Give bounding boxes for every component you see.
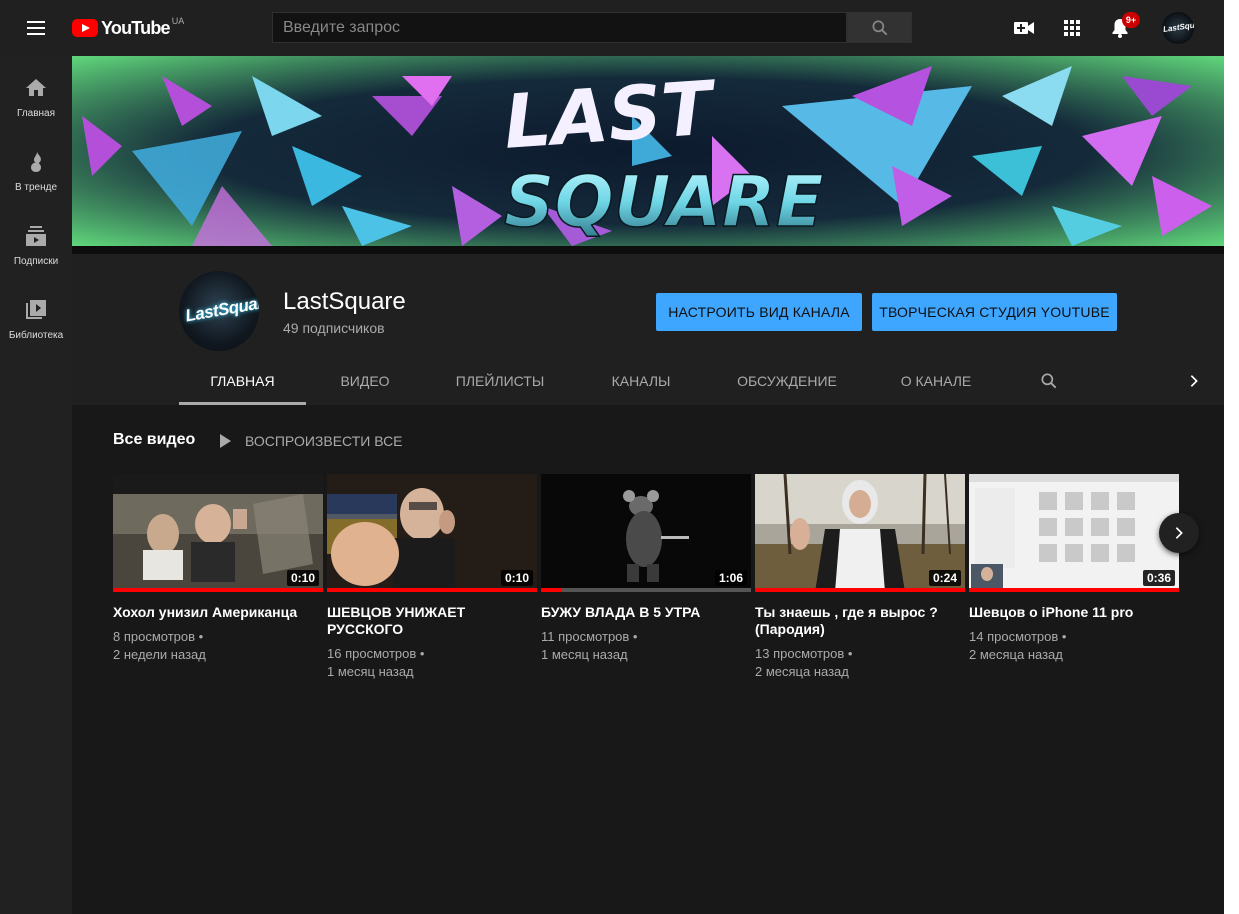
library-icon xyxy=(26,300,46,319)
video-card[interactable]: 0:24 Ты знаешь , где я вырос ? (Пародия)… xyxy=(755,474,965,681)
video-views: 13 просмотров xyxy=(755,646,845,661)
tab-channels[interactable]: КАНАЛЫ xyxy=(576,359,706,405)
video-title[interactable]: Ты знаешь , где я вырос ? (Пародия) xyxy=(755,604,965,638)
video-title[interactable]: БУЖУ ВЛАДА В 5 УТРА xyxy=(541,604,751,621)
subscriber-count: 49 подписчиков xyxy=(283,320,385,336)
video-views: 16 просмотров xyxy=(327,646,417,661)
video-title[interactable]: Шевцов о iPhone 11 pro xyxy=(969,604,1179,621)
apps-grid-icon[interactable] xyxy=(1060,16,1084,40)
account-avatar[interactable]: LastSquare xyxy=(1162,12,1194,44)
channel-avatar[interactable]: LastSquare xyxy=(179,271,259,351)
flame-icon xyxy=(31,152,41,172)
video-card[interactable]: 0:10 ШЕВЦОВ УНИЖАЕТ РУССКОГО 16 просмотр… xyxy=(327,474,537,681)
video-age: 1 месяц назад xyxy=(541,647,628,662)
youtube-play-icon xyxy=(72,19,98,37)
youtube-app: YouTube UA 9+ LastSquare Главная xyxy=(0,0,1224,914)
channel-content: Все видео ВОСПРОИЗВЕСТИ ВСЕ 0:10 Хохол у… xyxy=(72,405,1224,914)
video-age: 2 месяца назад xyxy=(755,664,849,679)
video-meta: 16 просмотров • 1 месяц назад xyxy=(327,645,537,681)
video-duration: 1:06 xyxy=(714,570,747,586)
sidebar-item-label: Главная xyxy=(16,108,56,119)
play-all-button[interactable]: ВОСПРОИЗВЕСТИ ВСЕ xyxy=(220,431,403,451)
notification-badge: 9+ xyxy=(1122,12,1140,28)
search-button[interactable] xyxy=(847,12,912,43)
video-duration: 0:24 xyxy=(928,570,961,586)
video-thumbnail[interactable]: 0:10 xyxy=(113,474,323,592)
chevron-right-icon xyxy=(1190,375,1198,387)
create-video-icon[interactable] xyxy=(1012,16,1036,40)
video-age: 1 месяц назад xyxy=(327,664,414,679)
customize-channel-button[interactable]: НАСТРОИТЬ ВИД КАНАЛА xyxy=(656,293,862,331)
chevron-right-icon xyxy=(1175,527,1183,539)
video-title[interactable]: ШЕВЦОВ УНИЖАЕТ РУССКОГО xyxy=(327,604,537,638)
watch-progress-bar xyxy=(113,588,323,592)
search-icon xyxy=(1041,373,1057,389)
watch-progress-track xyxy=(541,588,751,592)
sidebar-item-label: Подписки xyxy=(13,256,59,267)
video-views: 14 просмотров xyxy=(969,629,1059,644)
sidebar-item-label: В тренде xyxy=(14,182,58,193)
video-meta: 13 просмотров • 2 месяца назад xyxy=(755,645,965,681)
banner-divider xyxy=(72,246,1224,254)
search-icon xyxy=(872,20,888,36)
sidebar-item-library[interactable]: Библиотека xyxy=(0,278,72,352)
sidebar-item-trending[interactable]: В тренде xyxy=(0,130,72,204)
video-views: 11 просмотров xyxy=(541,629,630,644)
video-thumbnail[interactable]: 0:10 xyxy=(327,474,537,592)
video-thumbnail[interactable]: 0:36 xyxy=(969,474,1179,592)
video-card[interactable]: 1:06 БУЖУ ВЛАДА В 5 УТРА 11 просмотров •… xyxy=(541,474,751,664)
home-icon xyxy=(26,79,46,96)
account-avatar-text: LastSquare xyxy=(1162,19,1194,34)
top-bar: YouTube UA 9+ LastSquare xyxy=(0,0,1224,56)
channel-name: LastSquare xyxy=(283,288,406,315)
banner-art: LAST SQUARE xyxy=(72,56,1224,246)
channel-avatar-text: LastSquare xyxy=(183,291,259,326)
watch-progress-bar xyxy=(969,588,1179,592)
video-title[interactable]: Хохол унизил Американца xyxy=(113,604,323,621)
video-age: 2 недели назад xyxy=(113,647,206,662)
logo-text: YouTube xyxy=(101,18,171,38)
sidebar-item-subscriptions[interactable]: Подписки xyxy=(0,204,72,278)
video-duration: 0:10 xyxy=(500,570,533,586)
play-all-label: ВОСПРОИЗВЕСТИ ВСЕ xyxy=(245,433,403,449)
sidebar: Главная В тренде Подписки Библиотека xyxy=(0,56,72,914)
watch-progress-bar xyxy=(541,588,562,592)
tabs-scroll-right-button[interactable] xyxy=(1179,359,1209,405)
video-views: 8 просмотров xyxy=(113,629,196,644)
search-box xyxy=(272,12,847,43)
video-card[interactable]: 0:10 Хохол унизил Американца 8 просмотро… xyxy=(113,474,323,664)
watch-progress-bar xyxy=(327,588,537,592)
banner-title-line1: LAST xyxy=(501,65,720,166)
video-duration: 0:36 xyxy=(1142,570,1175,586)
youtube-logo[interactable]: YouTube UA xyxy=(72,16,185,39)
youtube-studio-button[interactable]: ТВОРЧЕСКАЯ СТУДИЯ YOUTUBE xyxy=(872,293,1117,331)
section-title[interactable]: Все видео xyxy=(113,431,195,449)
logo-region: UA xyxy=(171,16,185,26)
play-icon xyxy=(220,434,231,448)
sidebar-item-label: Библиотека xyxy=(8,330,64,341)
tab-playlists[interactable]: ПЛЕЙЛИСТЫ xyxy=(424,359,576,405)
video-meta: 14 просмотров • 2 месяца назад xyxy=(969,628,1179,664)
shelf-next-button[interactable] xyxy=(1159,513,1199,553)
channel-header: LastSquare LastSquare 49 подписчиков НАС… xyxy=(72,254,1224,405)
tab-about[interactable]: О КАНАЛЕ xyxy=(868,359,1004,405)
search-input[interactable] xyxy=(273,13,846,42)
video-meta: 11 просмотров • 1 месяц назад xyxy=(541,628,751,664)
subscriptions-icon xyxy=(26,226,46,246)
banner-title-line2: SQUARE xyxy=(504,161,824,243)
hamburger-menu-icon[interactable] xyxy=(24,16,48,40)
video-thumbnail[interactable]: 1:06 xyxy=(541,474,751,592)
watch-progress-bar xyxy=(755,588,965,592)
video-duration: 0:10 xyxy=(286,570,319,586)
tab-home[interactable]: ГЛАВНАЯ xyxy=(179,359,306,405)
tab-videos[interactable]: ВИДЕО xyxy=(306,359,424,405)
tab-discussion[interactable]: ОБСУЖДЕНИЕ xyxy=(706,359,868,405)
sidebar-item-home[interactable]: Главная xyxy=(0,56,72,130)
channel-search-button[interactable] xyxy=(1029,359,1069,405)
channel-banner: LAST SQUARE xyxy=(72,56,1224,246)
video-age: 2 месяца назад xyxy=(969,647,1063,662)
video-meta: 8 просмотров • 2 недели назад xyxy=(113,628,323,664)
video-card[interactable]: 0:36 Шевцов о iPhone 11 pro 14 просмотро… xyxy=(969,474,1179,664)
video-thumbnail[interactable]: 0:24 xyxy=(755,474,965,592)
